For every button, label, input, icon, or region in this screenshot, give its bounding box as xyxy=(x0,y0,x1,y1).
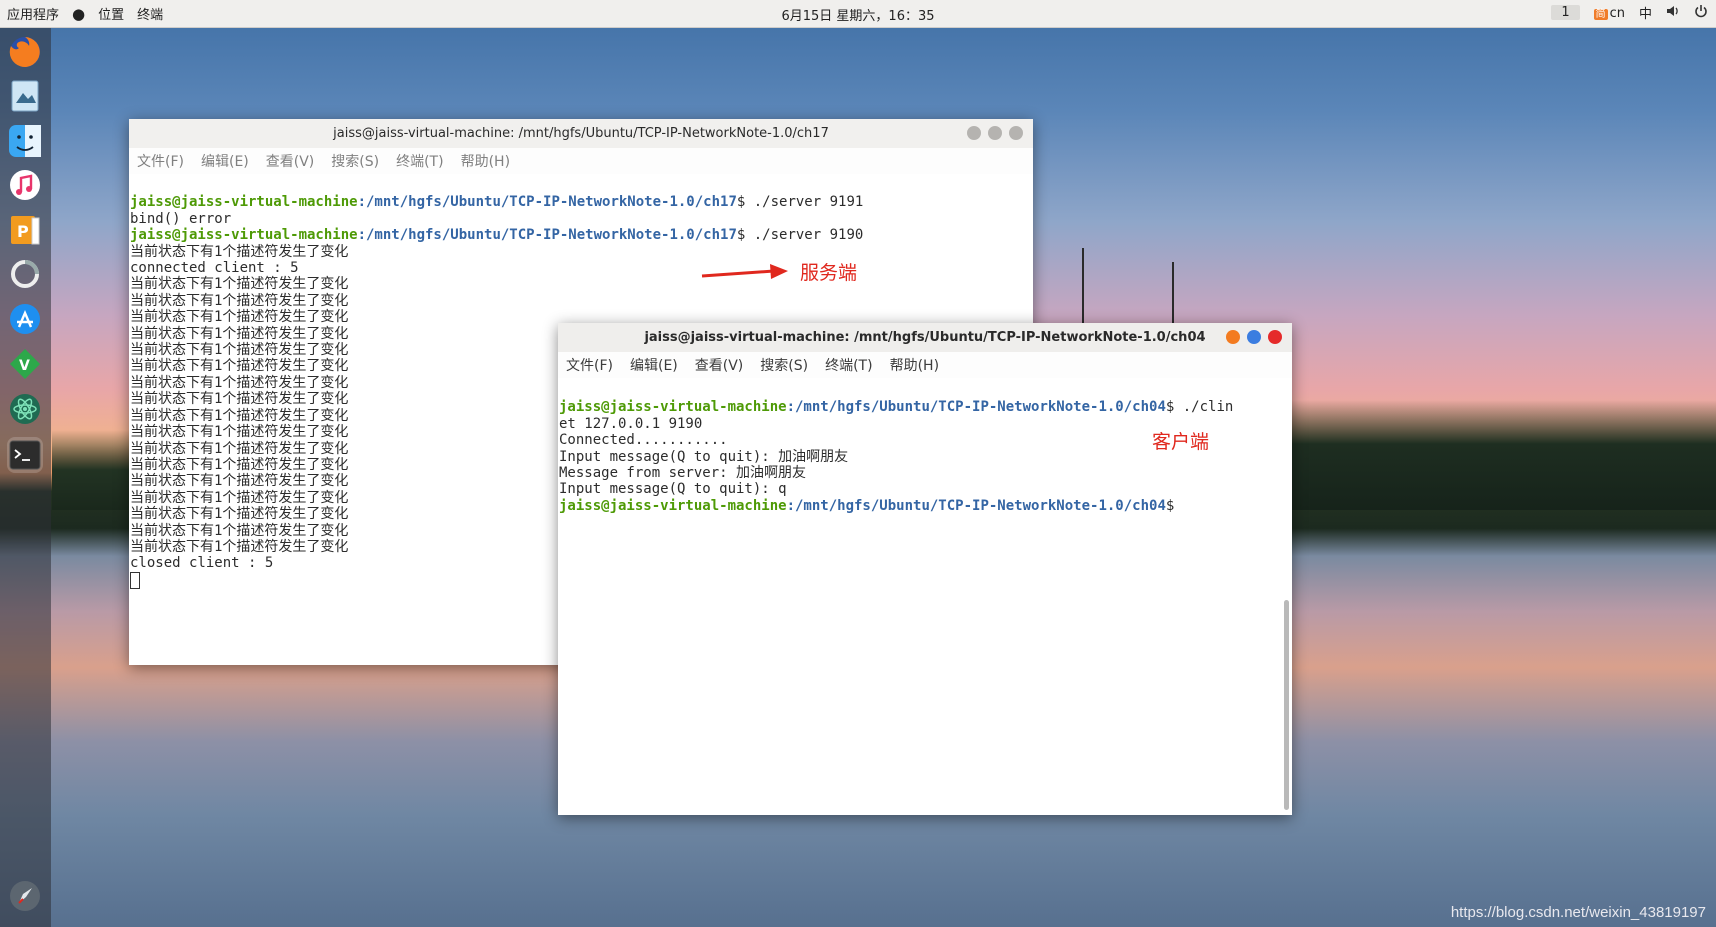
menu-view[interactable]: 查看(V) xyxy=(695,355,744,375)
output-line: 当前状态下有1个描述符发生了变化 xyxy=(130,276,349,293)
maximize-button[interactable] xyxy=(1247,330,1261,344)
menu-edit[interactable]: 编辑(E) xyxy=(630,355,678,375)
maximize-button[interactable] xyxy=(988,126,1002,140)
input-mode-indicator[interactable]: 中 xyxy=(1639,3,1652,22)
prompt-line: jaiss@jaiss-virtual-machine:/mnt/hgfs/Ub… xyxy=(559,497,1175,514)
atom-icon[interactable] xyxy=(7,391,43,427)
output-line: 当前状态下有1个描述符发生了变化 xyxy=(130,243,349,260)
wallpaper-treeline-left xyxy=(52,430,132,510)
dock: P V xyxy=(0,28,51,927)
volume-icon[interactable] xyxy=(1666,4,1680,22)
workspace-indicator[interactable]: 1 xyxy=(1551,5,1580,20)
menu-file[interactable]: 文件(F) xyxy=(566,355,613,375)
menu-view[interactable]: 查看(V) xyxy=(266,151,315,171)
minimize-button[interactable] xyxy=(967,126,981,140)
terminal-menu[interactable]: 终端 xyxy=(137,4,163,23)
text-cursor xyxy=(130,571,140,589)
launchpad-icon[interactable] xyxy=(7,878,43,914)
app-store-icon[interactable] xyxy=(7,301,43,337)
output-line: Input message(Q to quit): q xyxy=(559,481,787,498)
close-button[interactable] xyxy=(1268,330,1282,344)
client-label: 客户端 xyxy=(1152,431,1210,453)
update-icon[interactable] xyxy=(7,256,43,292)
window-title: jaiss@jaiss-virtual-machine: /mnt/hgfs/U… xyxy=(644,330,1206,345)
menu-search[interactable]: 搜索(S) xyxy=(760,355,808,375)
terminal-menubar: 文件(F) 编辑(E) 查看(V) 搜索(S) 终端(T) 帮助(H) xyxy=(129,148,1033,174)
photos-icon[interactable] xyxy=(7,78,43,114)
window-titlebar[interactable]: jaiss@jaiss-virtual-machine: /mnt/hgfs/U… xyxy=(129,119,1033,148)
terminal-icon[interactable] xyxy=(7,437,43,473)
scrollbar[interactable] xyxy=(1284,600,1289,810)
firefox-icon[interactable] xyxy=(7,34,43,70)
presentation-icon[interactable]: P xyxy=(7,212,43,248)
close-button[interactable] xyxy=(1009,126,1023,140)
window-title: jaiss@jaiss-virtual-machine: /mnt/hgfs/U… xyxy=(333,126,829,141)
terminal-menubar: 文件(F) 编辑(E) 查看(V) 搜索(S) 终端(T) 帮助(H) xyxy=(558,352,1292,378)
clock[interactable]: 6月15日 星期六，16：35 xyxy=(781,9,934,24)
menu-terminal[interactable]: 终端(T) xyxy=(396,151,443,171)
watermark: https://blog.csdn.net/weixin_43819197 xyxy=(1450,904,1706,921)
ime-language: cn xyxy=(1609,5,1625,21)
apple-icon[interactable]: ● xyxy=(72,5,85,23)
svg-text:P: P xyxy=(17,222,29,241)
output-line: 当前状态下有1个描述符发生了变化 xyxy=(130,292,349,309)
menu-help[interactable]: 帮助(H) xyxy=(461,151,510,171)
places-menu[interactable]: 位置 xyxy=(98,4,124,23)
menu-file[interactable]: 文件(F) xyxy=(137,151,184,171)
output-line: connected client : 5 xyxy=(130,260,299,277)
prompt-line: jaiss@jaiss-virtual-machine:/mnt/hgfs/Ub… xyxy=(130,194,864,211)
minimize-button[interactable] xyxy=(1226,330,1240,344)
output-line: Message from server: 加油啊朋友 xyxy=(559,465,807,482)
ime-indicator[interactable]: 简 cn xyxy=(1593,5,1625,21)
menu-help[interactable]: 帮助(H) xyxy=(890,355,939,375)
client-terminal-window[interactable]: jaiss@jaiss-virtual-machine: /mnt/hgfs/U… xyxy=(558,323,1292,815)
prompt-line: jaiss@jaiss-virtual-machine:/mnt/hgfs/Ub… xyxy=(130,227,864,244)
power-icon[interactable] xyxy=(1694,4,1708,22)
svg-text:V: V xyxy=(19,358,30,374)
server-label: 服务端 xyxy=(800,262,858,284)
menu-edit[interactable]: 编辑(E) xyxy=(201,151,249,171)
menu-search[interactable]: 搜索(S) xyxy=(331,151,379,171)
prompt-line: jaiss@jaiss-virtual-machine:/mnt/hgfs/Ub… xyxy=(559,399,1234,416)
finder-icon[interactable] xyxy=(7,123,43,159)
output-line: bind() error xyxy=(130,210,232,227)
top-panel: 应用程序 ● 位置 终端 6月15日 星期六，16：35 1 简 cn 中 xyxy=(0,0,1716,28)
vim-icon[interactable]: V xyxy=(7,346,43,382)
menu-terminal[interactable]: 终端(T) xyxy=(825,355,872,375)
applications-menu[interactable]: 应用程序 xyxy=(7,4,59,23)
server-arrow xyxy=(701,264,788,279)
window-titlebar[interactable]: jaiss@jaiss-virtual-machine: /mnt/hgfs/U… xyxy=(558,323,1292,352)
music-icon[interactable] xyxy=(7,167,43,203)
ime-icon: 简 xyxy=(1593,8,1608,20)
